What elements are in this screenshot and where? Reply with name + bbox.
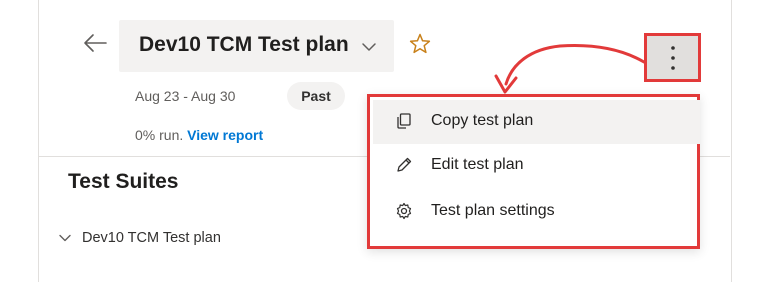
test-suites-heading: Test Suites <box>68 170 179 193</box>
annotation-arrow <box>494 44 646 94</box>
favorite-button[interactable] <box>408 32 432 56</box>
pencil-icon <box>397 157 412 172</box>
suite-label: Dev10 TCM Test plan <box>82 230 221 246</box>
arrow-left-icon <box>84 34 107 52</box>
menu-item-label: Copy test plan <box>431 112 534 129</box>
test-plan-title: Dev10 TCM Test plan <box>139 33 349 56</box>
more-actions-menu: Copy test plan Edit test plan Test plan … <box>367 94 700 249</box>
run-summary: 0% run. View report <box>135 127 263 143</box>
menu-item-label: Test plan settings <box>431 202 555 219</box>
status-badge: Past <box>287 82 345 110</box>
back-button[interactable] <box>80 28 110 58</box>
more-actions-button[interactable] <box>644 33 701 82</box>
star-icon <box>409 33 431 54</box>
menu-item-test-plan-settings[interactable]: Test plan settings <box>373 190 700 234</box>
more-vertical-icon <box>671 46 675 70</box>
view-report-link[interactable]: View report <box>187 127 263 143</box>
gear-icon <box>396 202 412 220</box>
run-percent: 0% run. <box>135 127 184 143</box>
plan-dates: Aug 23 - Aug 30 <box>135 88 236 104</box>
menu-item-label: Edit test plan <box>431 156 524 173</box>
chevron-down-icon <box>362 43 376 51</box>
menu-item-edit-test-plan[interactable]: Edit test plan <box>373 144 700 188</box>
menu-item-copy-test-plan[interactable]: Copy test plan <box>373 100 700 144</box>
chevron-down-icon[interactable] <box>58 231 72 245</box>
test-plan-picker[interactable]: Dev10 TCM Test plan <box>119 20 394 72</box>
copy-icon <box>397 113 411 129</box>
